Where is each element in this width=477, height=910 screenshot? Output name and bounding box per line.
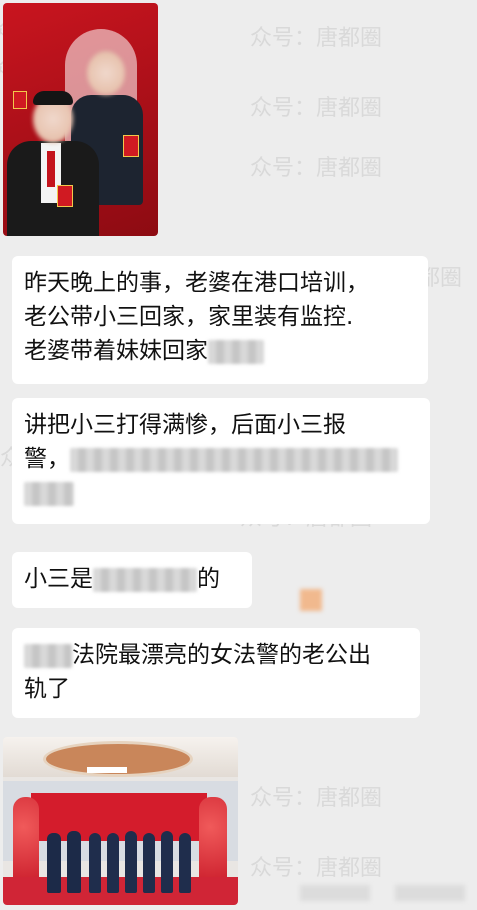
- message-bubble: 小三是的: [12, 552, 252, 608]
- redacted-text: [24, 643, 72, 668]
- message-line: 昨天晚上的事，老婆在港口培训，: [24, 270, 369, 296]
- red-envelope-icon: [13, 91, 27, 109]
- watermark: 众号：唐都圈: [250, 786, 383, 811]
- blurred-fragment: [300, 885, 370, 901]
- person: [143, 833, 155, 893]
- message-bubble: 讲把小三打得满惨，后面小三报 警，: [12, 398, 430, 524]
- message-line: 小三是的: [24, 566, 220, 592]
- redacted-text: [70, 447, 398, 472]
- redacted-text: [24, 481, 74, 506]
- watermark: 众号：唐都圈: [250, 26, 383, 51]
- sticker-fragment: [300, 589, 322, 611]
- wedding-photo[interactable]: [3, 3, 158, 236]
- red-carpet: [3, 877, 238, 905]
- message-line: 轨了: [24, 676, 70, 702]
- person: [89, 833, 101, 893]
- redacted-text: [208, 339, 264, 364]
- message-line: 老婆带着妹妹回家: [24, 334, 416, 368]
- person: [47, 833, 61, 893]
- person: [161, 831, 173, 893]
- message-line: [24, 476, 418, 510]
- bride-face: [87, 51, 125, 95]
- message-bubble: 法院最漂亮的女法警的老公出 轨了: [12, 628, 420, 718]
- redacted-text: [93, 567, 197, 592]
- watermark: 众号：唐都圈: [250, 856, 383, 881]
- message-line: 老公带小三回家，家里装有监控.: [24, 304, 354, 330]
- red-envelope-icon: [57, 185, 73, 207]
- person: [67, 831, 81, 893]
- person: [179, 833, 191, 893]
- blurred-fragment: [395, 885, 465, 901]
- ceiling-lamp: [87, 767, 127, 773]
- groom-hair: [33, 91, 73, 105]
- red-envelope-icon: [123, 135, 139, 157]
- watermark: 众号：唐都圈: [250, 156, 383, 181]
- message-line: 讲把小三打得满惨，后面小三报: [24, 412, 346, 438]
- watermark: 众号：唐都圈: [250, 96, 383, 121]
- message-bubble: 昨天晚上的事，老婆在港口培训， 老公带小三回家，家里装有监控. 老婆带着妹妹回家: [12, 256, 428, 384]
- groom-tie: [47, 151, 55, 187]
- person: [107, 833, 119, 893]
- message-line: 法院最漂亮的女法警的老公出: [24, 638, 408, 672]
- message-line: 警，: [24, 442, 418, 476]
- group-photo[interactable]: [3, 737, 238, 905]
- person: [125, 831, 137, 893]
